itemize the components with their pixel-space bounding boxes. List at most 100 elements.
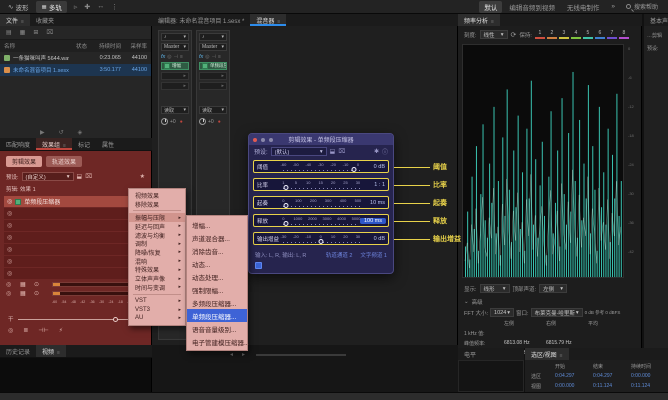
pan-knob[interactable] xyxy=(199,118,206,125)
panel-menu-icon[interactable]: ≡ xyxy=(63,143,66,149)
tab-基本声音[interactable]: 基本声音 xyxy=(644,14,668,26)
hold-button-3[interactable]: 3 xyxy=(559,30,569,39)
move-tool-icon[interactable]: ▹ xyxy=(74,3,78,11)
submenu-item-消除齿音[interactable]: 消除齿音... xyxy=(187,244,247,257)
slider-track[interactable]: 151015202530 xyxy=(281,179,362,190)
razor-tool-icon[interactable]: ✚ xyxy=(84,3,90,11)
mode-button-波形[interactable]: ∿波形 xyxy=(3,1,33,13)
pan-knob[interactable] xyxy=(161,118,168,125)
automation-dropdown[interactable]: 读取▾ xyxy=(161,106,189,114)
tab-编辑器: 未命名混音项目 1.sesx *[interactable]: 编辑器: 未命名混音项目 1.sesx * xyxy=(152,14,250,26)
strip-empty-slot[interactable]: ▸ xyxy=(199,82,227,90)
menu-item-滤波与均衡[interactable]: 滤波与均衡▸ xyxy=(129,231,185,240)
workspace-overflow[interactable]: » xyxy=(606,2,620,11)
strip-empty-slot[interactable]: ▸ xyxy=(161,72,189,80)
slider-value[interactable]: 0 dB xyxy=(362,164,388,170)
tab-频率分析[interactable]: 频率分析≡ xyxy=(458,14,500,26)
power-all-icon[interactable]: ◎ xyxy=(8,327,13,334)
slider-knob[interactable] xyxy=(318,239,323,244)
menu-item-调制[interactable]: 调制▸ xyxy=(129,239,185,248)
menu-item-混响[interactable]: 混响▸ xyxy=(129,257,185,266)
hold-button-6[interactable]: 6 xyxy=(595,30,605,39)
strip-empty-slot[interactable]: ▸ xyxy=(199,72,227,80)
power-icon[interactable]: ◎ xyxy=(7,270,12,277)
scale-dropdown[interactable]: 线性▾ xyxy=(480,30,508,39)
tab-选区/视图[interactable]: 选区/视图≡ xyxy=(525,348,569,360)
save-preset-icon[interactable]: ⬓ xyxy=(77,173,83,180)
tab-属性[interactable]: 属性 xyxy=(96,138,120,150)
workspace-tab-无线电制作[interactable]: 无线电制作 xyxy=(562,1,605,13)
menu-item-AU[interactable]: AU▸ xyxy=(129,314,185,323)
menu-item-延迟与回声[interactable]: 延迟与回声▸ xyxy=(129,222,185,231)
workspace-tab-编辑音频到视频[interactable]: 编辑音频到视频 xyxy=(504,1,560,13)
loop-preview-icon[interactable]: ↺ xyxy=(59,129,64,136)
tab-文件[interactable]: 文件≡ xyxy=(0,14,30,26)
close-file-icon[interactable]: ⌧ xyxy=(46,29,53,36)
panel-menu-icon[interactable]: ≡ xyxy=(57,350,60,356)
menu-item-振幅与压限[interactable]: 振幅与压限▸ xyxy=(129,213,185,222)
info-icon[interactable]: ⓘ xyxy=(382,147,388,156)
file-row[interactable]: 一条猫咪叫声 5644.wav0:23.06544100 xyxy=(0,52,151,64)
menu-item-降噪/恢复[interactable]: 降噪/恢复▸ xyxy=(129,248,185,257)
footer-link[interactable]: 轨道通道 2 xyxy=(326,251,353,259)
mix-knob[interactable] xyxy=(113,317,118,322)
process-icon[interactable]: ⚡ xyxy=(59,327,63,334)
auto-play-icon[interactable]: ◈ xyxy=(78,129,83,136)
workspace-tab-默认[interactable]: 默认 xyxy=(479,1,502,13)
slider-value[interactable]: 0 dB xyxy=(362,236,388,242)
pre-post-icon[interactable]: ⊣ xyxy=(174,54,178,60)
column-header-名称[interactable]: 名称 xyxy=(4,42,69,50)
record-arm-icon[interactable]: ● xyxy=(218,119,221,125)
input-gain-icon[interactable]: ◎ xyxy=(6,281,11,288)
rack-slot-7[interactable]: ◎▸ xyxy=(4,268,147,279)
slider-track[interactable]: 0100200300400500 xyxy=(281,197,362,208)
tab-收藏夹[interactable]: 收藏夹 xyxy=(30,14,60,26)
fft-dropdown[interactable]: 1024▾ xyxy=(490,308,514,317)
submenu-item-强制限幅[interactable]: 强制限幅... xyxy=(187,283,247,296)
record-arm-icon[interactable]: ● xyxy=(180,119,183,125)
output-dropdown[interactable]: Master▾ xyxy=(161,43,189,51)
output-knob-icon[interactable]: ⊙ xyxy=(34,290,39,297)
rack-slot-1[interactable]: ◎单频段压缩器▸ xyxy=(4,196,147,207)
slider-track[interactable]: -30-20-100102030 xyxy=(281,233,362,244)
input-dropdown[interactable]: ♪▾ xyxy=(199,33,227,41)
scroll-right-icon[interactable]: ▸ xyxy=(242,351,245,358)
import-file-icon[interactable]: ▤ xyxy=(6,29,12,36)
column-header-状态[interactable]: 状态 xyxy=(69,42,87,50)
automation-dropdown[interactable]: 读取▾ xyxy=(199,106,227,114)
rack-menu-icon[interactable]: ≣ xyxy=(23,327,28,334)
window-dropdown[interactable]: 布莱克曼-哈里斯▾ xyxy=(531,308,583,317)
submenu-item-增幅[interactable]: 增幅... xyxy=(187,218,247,231)
panel-menu-icon[interactable]: ≡ xyxy=(560,353,563,359)
menu-item-VST[interactable]: VST▸ xyxy=(129,297,185,306)
open-file-icon[interactable]: ⊞ xyxy=(33,29,38,36)
preset-dropdown[interactable]: (默认)▾ xyxy=(271,147,327,156)
delete-preset-icon[interactable]: ⌧ xyxy=(85,173,92,180)
tab-效果组[interactable]: 效果组≡ xyxy=(36,138,72,150)
pill-轨道效果[interactable]: 轨道效果 xyxy=(46,156,82,167)
tab-混音器[interactable]: 混音器≡ xyxy=(250,14,286,26)
mix-slider[interactable] xyxy=(18,316,134,323)
rack-preset-dropdown[interactable]: (自定义)▾ xyxy=(22,172,74,181)
hold-button-2[interactable]: 2 xyxy=(547,30,557,39)
tab-历史记录[interactable]: 历史记录 xyxy=(0,345,36,357)
submenu-item-动态处理[interactable]: 动态处理... xyxy=(187,270,247,283)
rack-slot-6[interactable]: ◎▸ xyxy=(4,256,147,267)
submenu-item-语音音量级别[interactable]: 语音音量级别... xyxy=(187,322,247,335)
panel-menu-icon[interactable]: ≡ xyxy=(491,19,494,25)
strip-empty-slot[interactable]: ▸ xyxy=(161,82,189,90)
strip-effect-slot[interactable]: 单频段压缩器 xyxy=(199,62,227,70)
power-icon[interactable]: ◎ xyxy=(205,54,209,60)
scroll-left-icon[interactable]: ◂ xyxy=(230,351,233,358)
menu-item-时间与变调[interactable]: 时间与变调▸ xyxy=(129,283,185,292)
power-icon[interactable]: ◎ xyxy=(7,222,12,229)
power-icon[interactable]: ◎ xyxy=(7,210,12,217)
submenu-item-声道混合器[interactable]: 声道混合器... xyxy=(187,231,247,244)
column-header-采样率[interactable]: 采样率 xyxy=(121,42,147,50)
slider-knob[interactable] xyxy=(284,221,289,226)
play-preview-icon[interactable]: ▶ xyxy=(40,129,45,136)
menu-item-特殊效果[interactable]: 特殊效果▸ xyxy=(129,266,185,275)
power-icon[interactable]: ◎ xyxy=(7,234,12,241)
more-tools-icon[interactable]: ⋮ xyxy=(111,3,118,11)
rack-slot-3[interactable]: ◎▸ xyxy=(4,220,147,231)
